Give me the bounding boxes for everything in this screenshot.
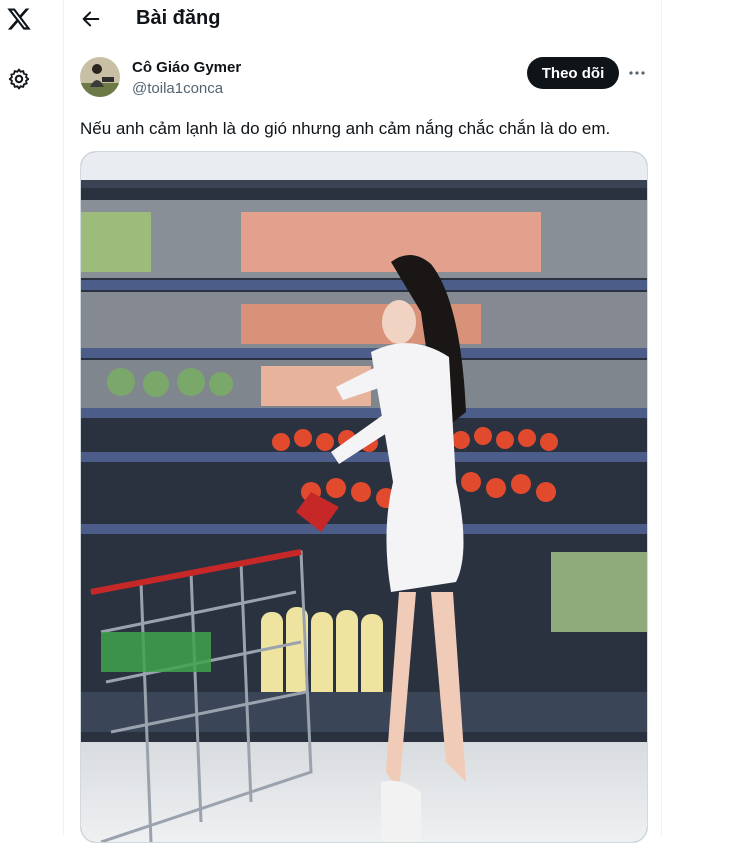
- left-rail: [0, 0, 38, 836]
- column-border-left: [63, 0, 64, 836]
- supermarket-photo: [81, 152, 647, 842]
- post-text: Nếu anh cảm lạnh là do gió nhưng anh cảm…: [80, 119, 611, 138]
- author-name[interactable]: Cô Giáo Gymer: [132, 59, 241, 76]
- arrow-left-icon[interactable]: [80, 8, 102, 30]
- avatar[interactable]: [80, 57, 120, 97]
- x-logo-icon[interactable]: [6, 6, 32, 32]
- follow-button[interactable]: Theo dõi: [527, 57, 619, 89]
- column-border-right: [661, 0, 662, 836]
- more-horizontal-icon[interactable]: [627, 63, 647, 83]
- page-title: Bài đăng: [136, 7, 221, 29]
- gear-icon[interactable]: [7, 67, 31, 91]
- post-media[interactable]: [80, 151, 648, 843]
- author-handle[interactable]: @toila1conca: [132, 80, 223, 97]
- page-header: Bài đăng: [64, 0, 661, 38]
